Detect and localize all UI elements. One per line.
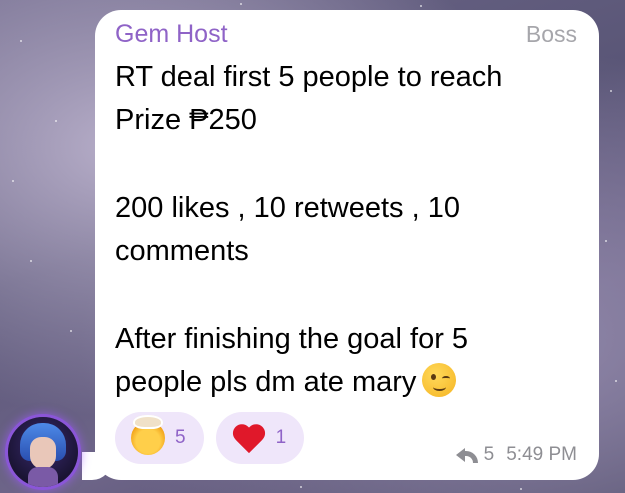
reaction-heart[interactable]: 1	[215, 412, 305, 464]
message-meta: 5 5:49 PM	[455, 444, 577, 466]
reactions-bar: 5 1	[115, 412, 305, 464]
reply-count[interactable]: 5	[484, 444, 495, 466]
message-line: 200 likes , 10 retweets , 10	[115, 192, 460, 224]
sender-avatar[interactable]	[8, 417, 78, 487]
message-line: RT deal first 5 people to reach	[115, 61, 503, 93]
wink-emoji-icon	[422, 363, 457, 397]
reaction-count: 1	[275, 427, 287, 448]
red-heart-emoji-icon	[232, 423, 266, 453]
message-text: RT deal first 5 people to reach Prize ₱2…	[115, 56, 577, 404]
message-line-last: people pls dm ate mary	[115, 361, 577, 404]
reaction-count: 5	[175, 427, 186, 448]
message-line: After finishing the goal for 5	[115, 323, 469, 355]
reaction-exploding-head[interactable]: 5	[115, 412, 204, 464]
message-line: Prize ₱250	[115, 104, 257, 136]
message-bubble[interactable]: Gem Host Boss RT deal first 5 people to …	[95, 10, 599, 480]
reply-arrow-icon[interactable]	[455, 447, 478, 463]
exploding-head-emoji-icon	[131, 415, 165, 455]
sender-role-badge: Boss	[525, 21, 577, 47]
message-header: Gem Host Boss	[115, 20, 577, 56]
sender-name[interactable]: Gem Host	[115, 20, 228, 49]
message-line: comments	[115, 235, 249, 267]
message-time: 5:49 PM	[506, 444, 577, 465]
